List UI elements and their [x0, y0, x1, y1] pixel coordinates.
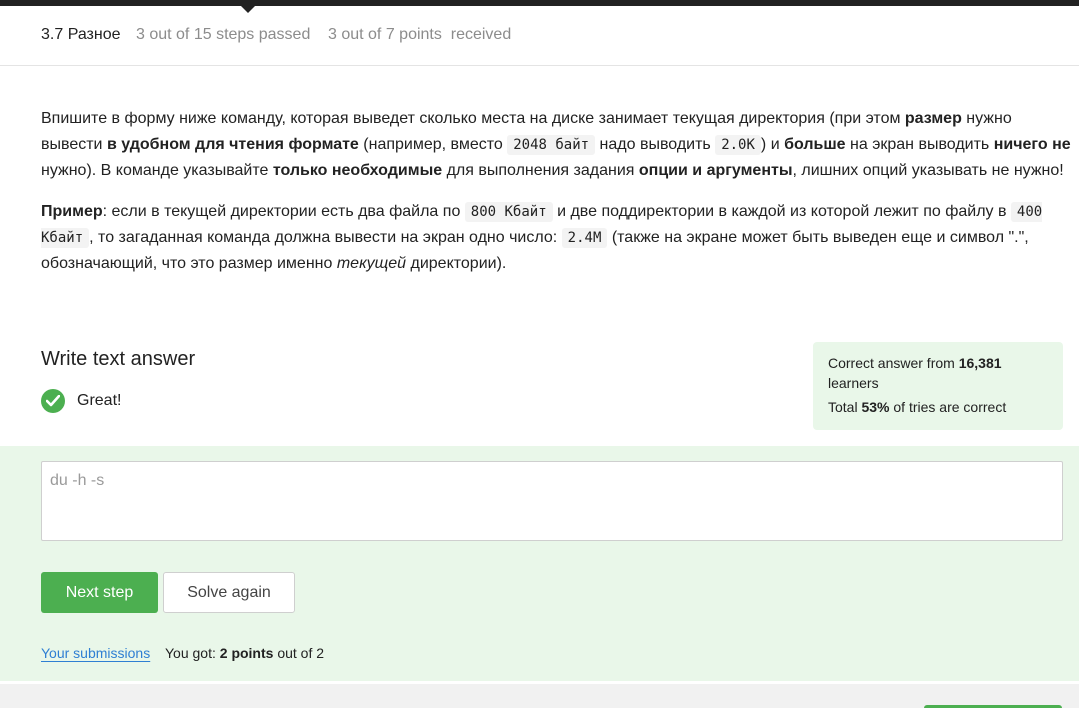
points-progress: 3 out of 7 points received: [328, 26, 512, 43]
status-label: Great!: [77, 392, 122, 409]
lesson-title: 3.7 Разное: [41, 26, 121, 43]
inline-code: 2.0K: [715, 135, 761, 155]
answer-stats: Correct answer from 16,381 learners Tota…: [813, 342, 1063, 430]
footer-bar: [0, 684, 1079, 708]
step-header: 3.7 Разное 3 out of 15 steps passed 3 ou…: [0, 6, 1079, 66]
learners-stat: Correct answer from 16,381 learners: [828, 355, 1002, 391]
inline-code: 2048 байт: [507, 135, 596, 155]
solve-again-button[interactable]: Solve again: [163, 572, 295, 613]
next-step-button[interactable]: Next step: [41, 572, 158, 613]
your-submissions-link[interactable]: Your submissions: [41, 645, 150, 661]
check-circle-icon: [41, 389, 65, 413]
task-description: Впишите в форму ниже команду, которая вы…: [41, 106, 1071, 292]
inline-code: 2.4M: [561, 228, 608, 248]
example-paragraph: Пример: если в текущей директории есть д…: [41, 202, 1043, 272]
answer-status: Great!: [41, 389, 121, 413]
tries-stat: Total 53% of tries are correct: [828, 399, 1007, 415]
task-paragraph: Впишите в форму ниже команду, которая вы…: [41, 110, 1071, 179]
steps-progress: 3 out of 15 steps passed: [136, 26, 311, 43]
answer-textarea[interactable]: du -h -s: [41, 461, 1063, 541]
inline-code: 800 Кбайт: [464, 202, 553, 222]
points-result: You got: 2 points out of 2: [165, 645, 325, 661]
answer-section-title: Write text answer: [41, 348, 196, 370]
